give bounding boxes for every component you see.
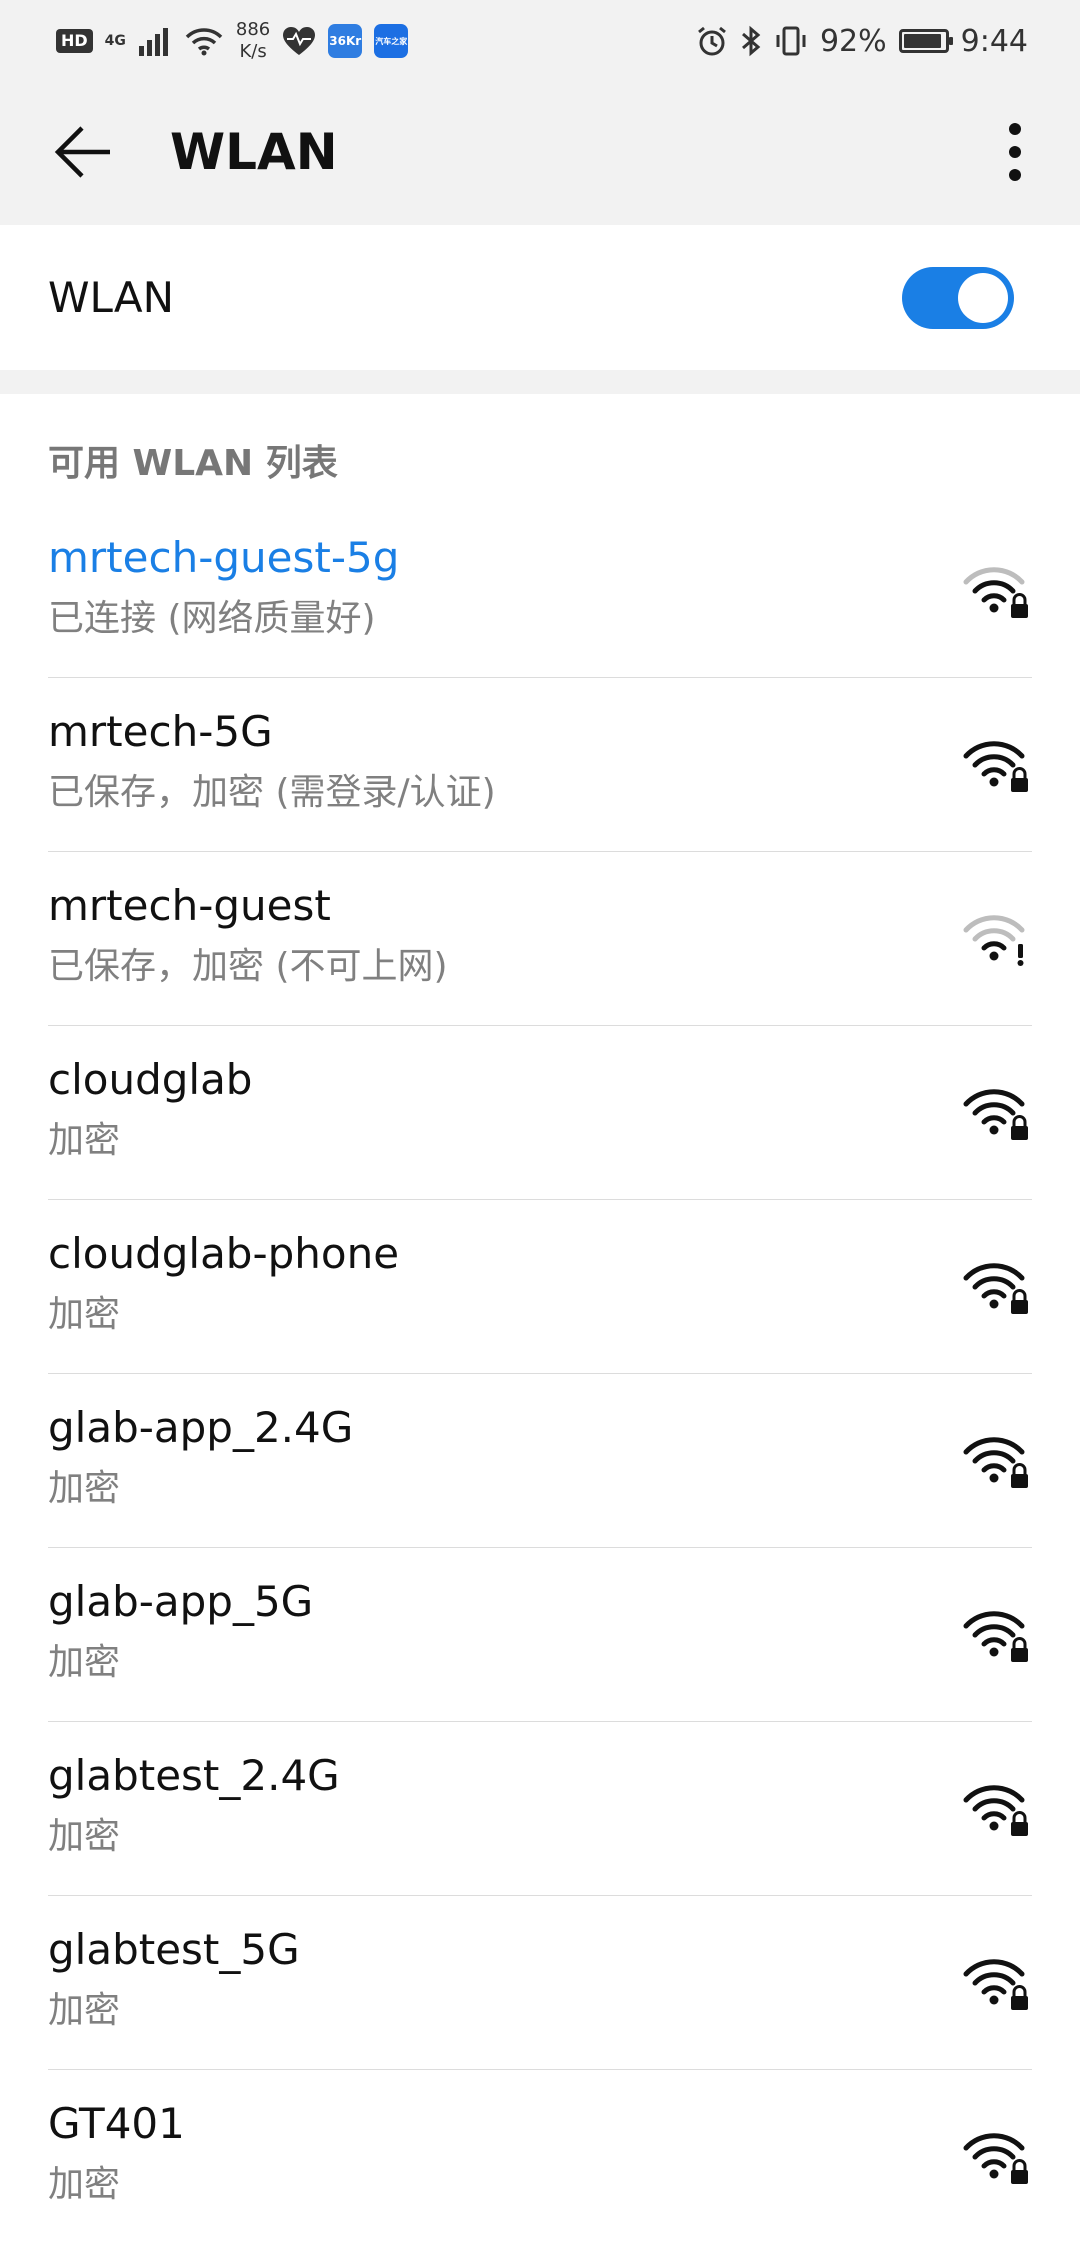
network-name: mrtech-guest [48, 881, 331, 930]
network-status: 加密 [48, 1642, 121, 1683]
back-arrow-icon [54, 126, 110, 178]
network-status: 已连接 (网络质量好) [48, 598, 376, 639]
network-name: glabtest_5G [48, 1925, 300, 1974]
app-bar: WLAN [0, 80, 1080, 225]
app-notification-icon-36kr: 36Kr [328, 24, 363, 58]
section-divider [0, 370, 1080, 394]
network-name: cloudglab-phone [48, 1229, 400, 1278]
network-status: 加密 [48, 1990, 121, 2031]
network-type: 4G [104, 33, 126, 49]
network-item[interactable]: glab-app_2.4G 加密 [48, 1374, 1032, 1548]
alarm-icon [698, 26, 726, 56]
network-speed-value: 886 [235, 19, 271, 40]
wifi-locked-icon [963, 1263, 1028, 1314]
network-item[interactable]: glab-app_5G 加密 [48, 1548, 1032, 1722]
wifi-locked-icon [963, 2133, 1028, 2184]
health-heart-icon [283, 27, 316, 55]
network-status: 加密 [48, 1468, 121, 1509]
wlan-toggle-row[interactable]: WLAN [0, 225, 1080, 370]
cell-signal-icon [138, 28, 168, 56]
status-bar: HD 4G 886 K/s 36Kr 汽车之家 92% 9:44 [0, 0, 1080, 80]
more-options-button[interactable] [980, 112, 1050, 192]
network-name: GT401 [48, 2099, 185, 2148]
network-status: 已保存，加密 (不可上网) [48, 946, 448, 987]
wifi-locked-icon [963, 741, 1028, 792]
network-name: mrtech-guest-5g [48, 533, 400, 582]
network-name: mrtech-5G [48, 707, 273, 756]
back-button[interactable] [44, 112, 124, 192]
network-name: glab-app_5G [48, 1577, 314, 1626]
network-status: 加密 [48, 1294, 121, 1335]
battery-percent: 92% [819, 23, 887, 59]
wifi-locked-icon [963, 1785, 1028, 1836]
network-item[interactable]: cloudglab-phone 加密 [48, 1200, 1032, 1374]
network-status: 加密 [48, 1120, 121, 1161]
network-speed-unit: K/s [239, 41, 267, 62]
network-name: glab-app_2.4G [48, 1403, 354, 1452]
bluetooth-icon [741, 25, 761, 57]
wlan-toggle-label: WLAN [48, 273, 175, 322]
wifi-locked-icon [963, 567, 1028, 618]
screen: HD 4G 886 K/s 36Kr 汽车之家 92% 9:44 WLAN WL… [0, 0, 1080, 2244]
wlan-switch-knob [958, 273, 1008, 323]
network-name: glabtest_2.4G [48, 1751, 340, 1800]
more-vert-icon [1009, 123, 1021, 181]
wifi-warning-icon [963, 915, 1025, 966]
page-title: WLAN [170, 123, 338, 181]
battery-icon [898, 29, 953, 53]
battery-fill [903, 34, 941, 48]
wifi-locked-icon [963, 1611, 1028, 1662]
wlan-switch[interactable] [902, 267, 1014, 329]
status-bar-left: HD 4G 886 K/s 36Kr 汽车之家 [56, 16, 409, 66]
network-list: mrtech-guest-5g 已连接 (网络质量好) mrtech-5G 已保存，加… [48, 504, 1032, 2243]
network-name: cloudglab [48, 1055, 253, 1104]
wifi-locked-icon [963, 1437, 1028, 1488]
clock: 9:44 [960, 23, 1028, 59]
wifi-locked-icon [963, 1089, 1028, 1140]
network-status: 已保存，加密 (需登录/认证) [48, 772, 496, 813]
network-item[interactable]: GT401 加密 [48, 2070, 1032, 2243]
wifi-locked-icon [963, 1959, 1028, 2010]
network-status: 加密 [48, 1816, 121, 1857]
section-header: 可用 WLAN 列表 [48, 443, 338, 484]
network-item[interactable]: mrtech-5G 已保存，加密 (需登录/认证) [48, 678, 1032, 852]
network-item[interactable]: glabtest_5G 加密 [48, 1896, 1032, 2070]
network-item[interactable]: glabtest_2.4G 加密 [48, 1722, 1032, 1896]
network-item[interactable]: mrtech-guest 已保存，加密 (不可上网) [48, 852, 1032, 1026]
vibrate-icon [776, 26, 806, 56]
hd-badge: HD [56, 29, 93, 53]
network-item[interactable]: cloudglab 加密 [48, 1026, 1032, 1200]
status-bar-right: 92% 9:44 [696, 16, 1028, 66]
available-networks-section: 可用 WLAN 列表 mrtech-guest-5g 已连接 (网络质量好) mrt… [0, 394, 1080, 2244]
app-notification-icon-autohome: 汽车之家 [374, 24, 409, 58]
network-item[interactable]: mrtech-guest-5g 已连接 (网络质量好) [48, 504, 1032, 678]
network-speed: 886 K/s [236, 19, 270, 63]
network-status: 加密 [48, 2164, 121, 2205]
wifi-status-icon [185, 28, 223, 56]
